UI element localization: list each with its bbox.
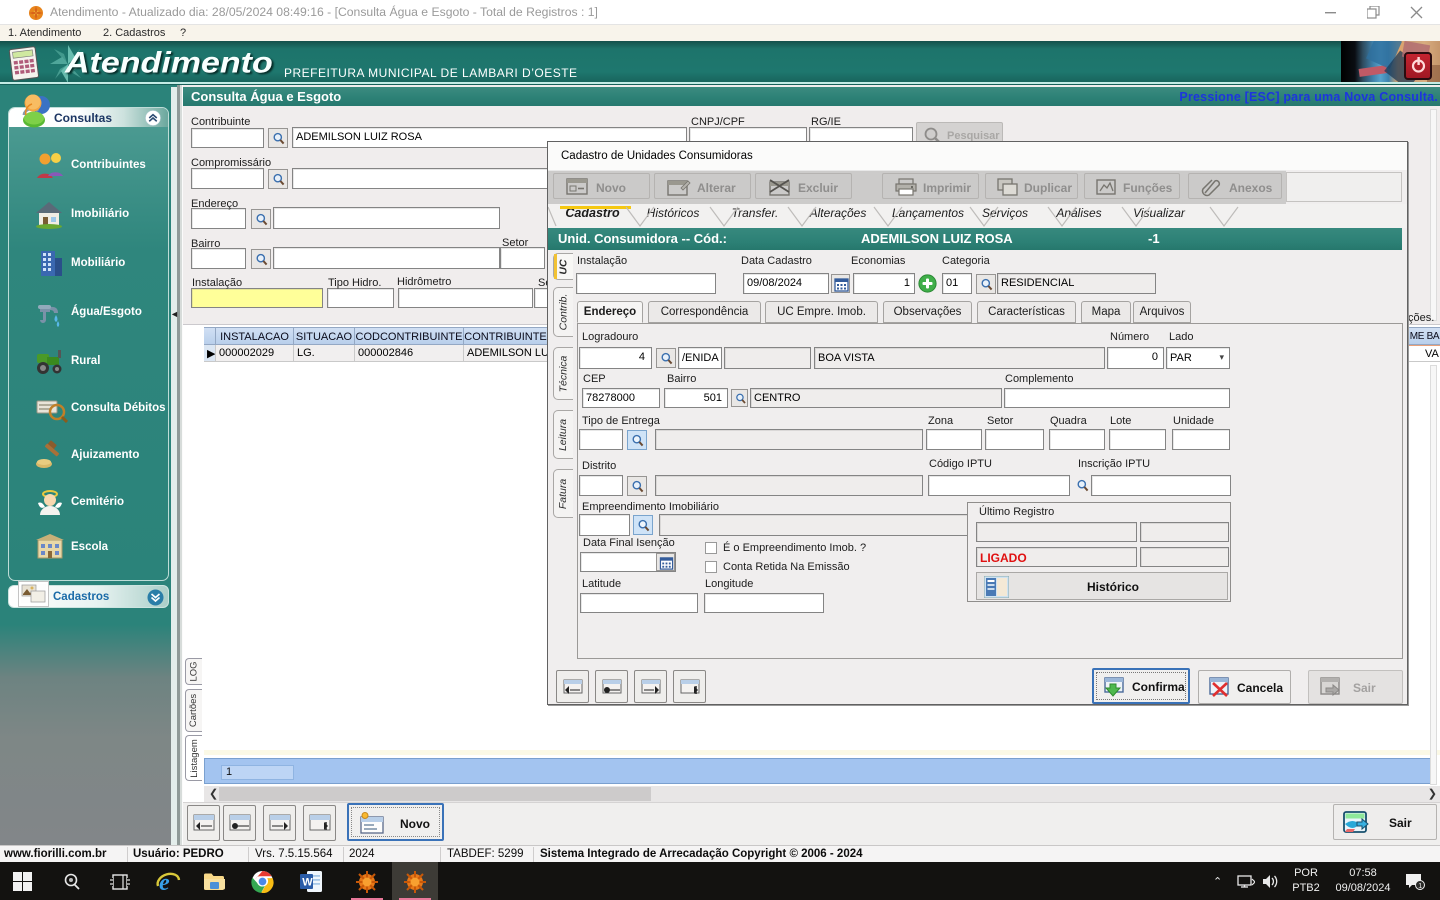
svg-text:W: W — [302, 877, 313, 889]
svg-text:1: 1 — [1418, 883, 1422, 890]
